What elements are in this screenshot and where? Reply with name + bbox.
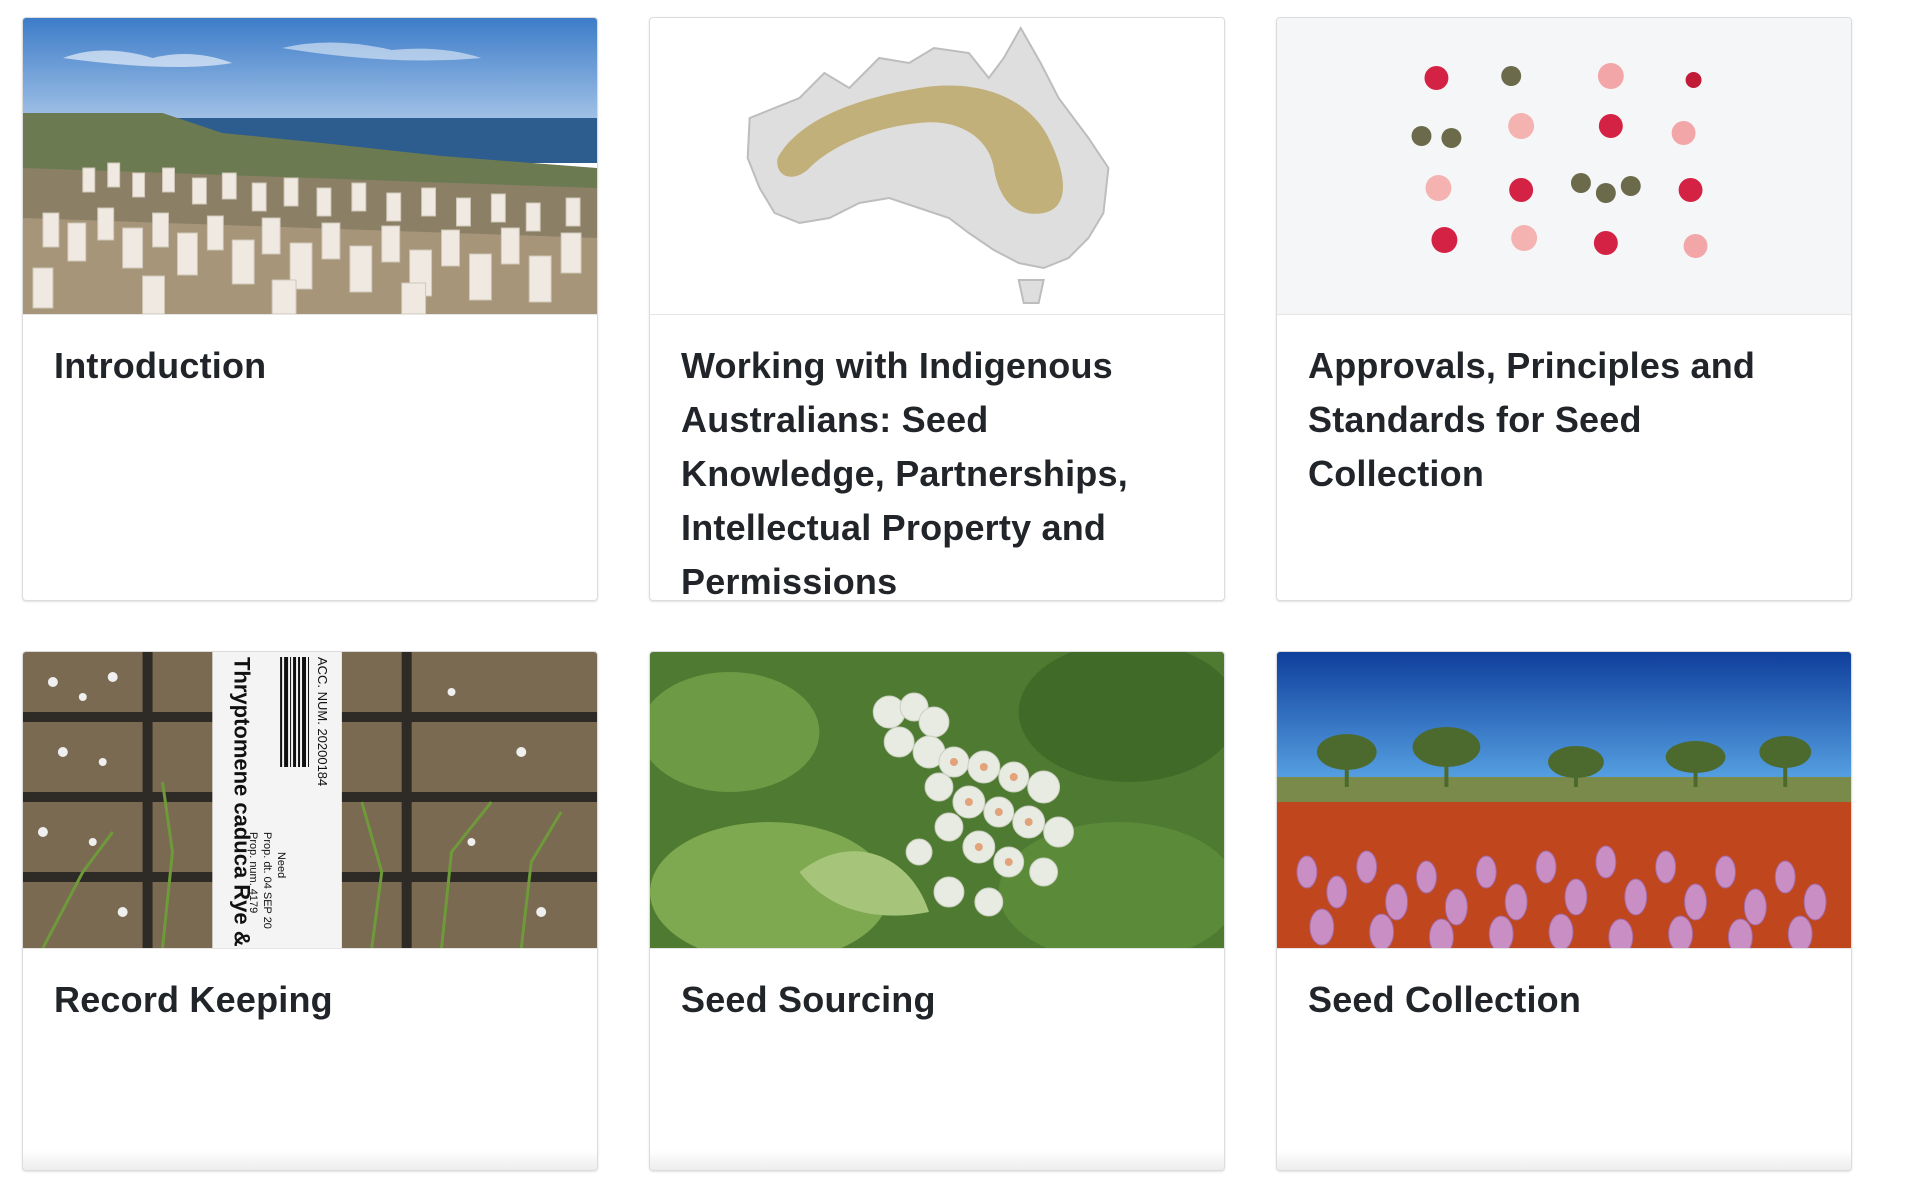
card-seed-sourcing[interactable]: Seed Sourcing bbox=[649, 651, 1225, 1171]
card-working-with-indigenous-australians[interactable]: Working with Indigenous Australians: See… bbox=[649, 17, 1225, 601]
card-bottom-fade bbox=[1277, 1150, 1851, 1170]
coastal-dunes-tree-guards-image bbox=[23, 18, 597, 315]
card-bottom-fade bbox=[23, 1150, 597, 1170]
card-grid: Introduction Working with Indigenous Aus… bbox=[0, 0, 1906, 1184]
card-seed-collection[interactable]: Seed Collection bbox=[1276, 651, 1852, 1171]
card-record-keeping[interactable]: Thryptomene caduca Rye & Trudgen ACC. NU… bbox=[22, 651, 598, 1171]
card-title[interactable]: Seed Sourcing bbox=[650, 949, 1224, 1027]
card-title[interactable]: Working with Indigenous Australians: See… bbox=[650, 315, 1224, 600]
label-need-text: Need bbox=[275, 852, 287, 878]
label-acc-num-text: ACC. NUM. 20200184 bbox=[315, 657, 330, 786]
eucalyptus-flowers-image bbox=[1277, 18, 1851, 315]
australia-map-image bbox=[650, 18, 1224, 315]
outback-wildflowers-image bbox=[1277, 652, 1851, 949]
card-title[interactable]: Introduction bbox=[23, 315, 597, 393]
card-bottom-fade bbox=[650, 1150, 1224, 1170]
card-approvals-principles-standards[interactable]: Approvals, Principles and Standards for … bbox=[1276, 17, 1852, 601]
white-buds-plant-image bbox=[650, 652, 1224, 949]
card-title[interactable]: Record Keeping bbox=[23, 949, 597, 1027]
card-title[interactable]: Approvals, Principles and Standards for … bbox=[1277, 315, 1851, 501]
card-introduction[interactable]: Introduction bbox=[22, 17, 598, 601]
label-prop-num-text: Prop. num. 4179 bbox=[247, 832, 259, 913]
card-title[interactable]: Seed Collection bbox=[1277, 949, 1851, 1027]
seedling-label-image: Thryptomene caduca Rye & Trudgen ACC. NU… bbox=[23, 652, 597, 949]
label-prop-date-text: Prop. dt. 04 SEP 20 bbox=[261, 832, 273, 929]
